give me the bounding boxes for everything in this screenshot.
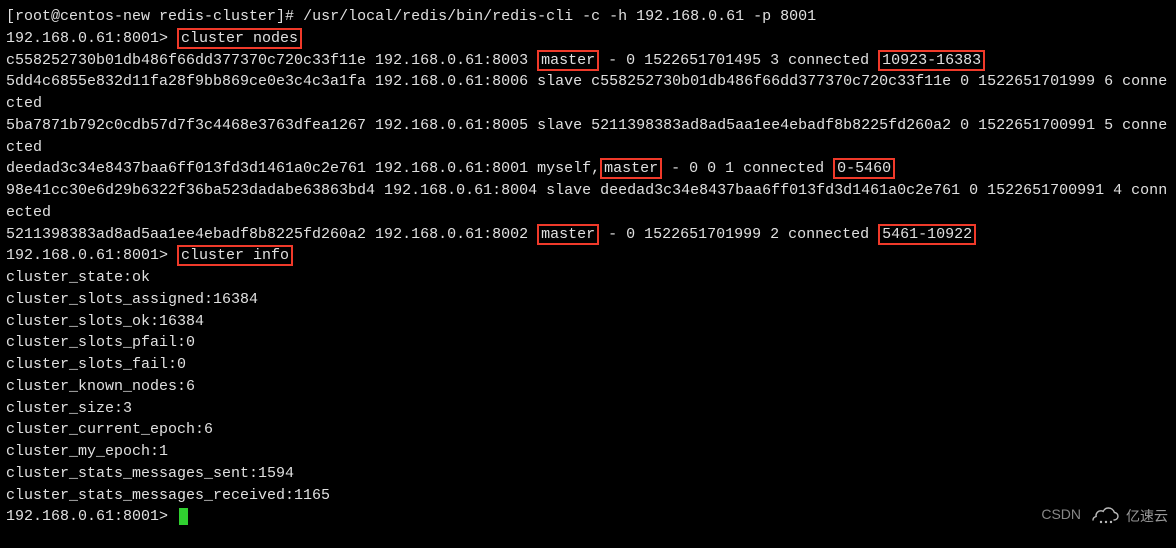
- node-line-8002: 5211398383ad8ad5aa1ee4ebadf8b8225fd260a2…: [6, 224, 1170, 246]
- cluster-info-line: cluster_stats_messages_sent:1594: [6, 463, 1170, 485]
- cmd-cluster-info: cluster info: [177, 245, 293, 266]
- node-slots: 10923-16383: [878, 50, 985, 71]
- node-slots: 5461-10922: [878, 224, 976, 245]
- node-id-host: deedad3c34e8437baa6ff013fd3d1461a0c2e761…: [6, 160, 600, 177]
- shell-prompt-line: [root@centos-new redis-cluster]# /usr/lo…: [6, 6, 1170, 28]
- node-tail: - 0 1522651701495 3 connected: [599, 52, 878, 69]
- watermark-text: 亿速云: [1126, 506, 1168, 526]
- cluster-info-line: cluster_slots_ok:16384: [6, 311, 1170, 333]
- node-line-8001: deedad3c34e8437baa6ff013fd3d1461a0c2e761…: [6, 158, 1170, 180]
- node-role-master: master: [537, 224, 599, 245]
- cluster-info-line: cluster_size:3: [6, 398, 1170, 420]
- cloud-icon: [1092, 507, 1120, 525]
- node-role-master: master: [537, 50, 599, 71]
- redis-prompt: 192.168.0.61:8001>: [6, 247, 177, 264]
- redis-prompt-line-3[interactable]: 192.168.0.61:8001>: [6, 506, 1170, 528]
- node-id-host: c558252730b01db486f66dd377370c720c33f11e…: [6, 52, 537, 69]
- cluster-info-line: cluster_stats_messages_received:1165: [6, 485, 1170, 507]
- node-slots: 0-5460: [833, 158, 895, 179]
- cluster-info-line: cluster_my_epoch:1: [6, 441, 1170, 463]
- terminal-cursor: [179, 508, 188, 525]
- node-line-8004: 98e41cc30e6d29b6322f36ba523dadabe63863bd…: [6, 180, 1170, 224]
- cluster-info-line: cluster_slots_pfail:0: [6, 332, 1170, 354]
- cluster-info-line: cluster_state:ok: [6, 267, 1170, 289]
- cluster-info-line: cluster_current_epoch:6: [6, 419, 1170, 441]
- cmd-cluster-nodes: cluster nodes: [177, 28, 302, 49]
- cluster-info-line: cluster_slots_assigned:16384: [6, 289, 1170, 311]
- shell-command: /usr/local/redis/bin/redis-cli -c -h 192…: [303, 8, 816, 25]
- cluster-info-line: cluster_slots_fail:0: [6, 354, 1170, 376]
- node-id-host: 5211398383ad8ad5aa1ee4ebadf8b8225fd260a2…: [6, 226, 537, 243]
- shell-prompt: [root@centos-new redis-cluster]#: [6, 8, 303, 25]
- watermark-csdn: CSDN: [1041, 504, 1081, 524]
- cluster-info-line: cluster_known_nodes:6: [6, 376, 1170, 398]
- redis-prompt: 192.168.0.61:8001>: [6, 508, 177, 525]
- redis-prompt-line-2: 192.168.0.61:8001> cluster info: [6, 245, 1170, 267]
- node-line-8003: c558252730b01db486f66dd377370c720c33f11e…: [6, 50, 1170, 72]
- node-role-master: master: [600, 158, 662, 179]
- node-line-8005: 5ba7871b792c0cdb57d7f3c4468e3763dfea1267…: [6, 115, 1170, 159]
- node-tail: - 0 0 1 connected: [662, 160, 833, 177]
- redis-prompt: 192.168.0.61:8001>: [6, 30, 177, 47]
- node-tail: - 0 1522651701999 2 connected: [599, 226, 878, 243]
- node-line-8006: 5dd4c6855e832d11fa28f9bb869ce0e3c4c3a1fa…: [6, 71, 1170, 115]
- watermark-yisu: 亿速云: [1092, 506, 1168, 526]
- redis-prompt-line-1: 192.168.0.61:8001> cluster nodes: [6, 28, 1170, 50]
